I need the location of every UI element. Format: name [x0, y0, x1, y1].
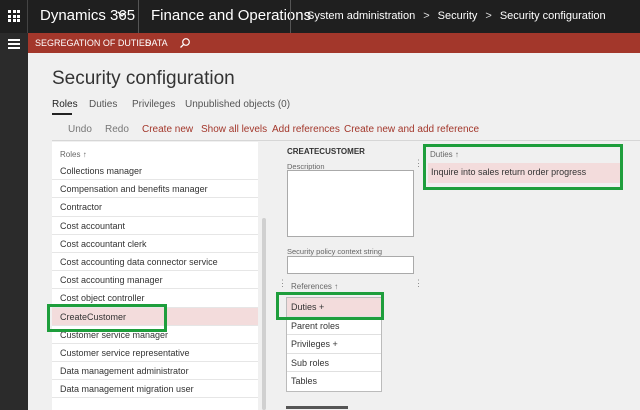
list-item-selected[interactable]: CreateCustomer	[52, 307, 258, 326]
list-item[interactable]: Contractor	[52, 198, 258, 217]
list-item[interactable]: Cost accounting data connector service	[52, 253, 258, 272]
action-pane: SEGREGATION OF DUTIES DATA	[28, 33, 640, 53]
show-all-levels-button[interactable]: Show all levels	[201, 124, 267, 135]
breadcrumb-item-security[interactable]: Security	[438, 10, 478, 22]
list-item[interactable]: Cost accountant	[52, 217, 258, 235]
horizontal-scrollbar[interactable]	[286, 406, 348, 409]
undo-button[interactable]: Undo	[68, 124, 92, 135]
list-item[interactable]: Cost accountant clerk	[52, 235, 258, 253]
tab-privileges[interactable]: Privileges	[132, 99, 175, 110]
list-item[interactable]: Customer service representative	[52, 344, 258, 363]
top-navigation-bar: Dynamics 365 Finance and Operations Syst…	[0, 0, 640, 33]
reference-item-duties[interactable]: Duties +	[287, 298, 381, 317]
waffle-icon	[8, 10, 20, 22]
references-column-header[interactable]: References ↑	[291, 282, 338, 291]
references-header-label: References	[291, 282, 332, 291]
list-item[interactable]: Cost object controller	[52, 289, 258, 308]
chevron-right-icon: >	[485, 10, 492, 22]
divider	[290, 0, 291, 33]
create-new-button[interactable]: Create new	[142, 124, 193, 135]
more-options-icon[interactable]: ⋮	[414, 158, 423, 169]
reference-item-privileges[interactable]: Privileges +	[287, 335, 381, 354]
roles-header-label: Roles	[60, 150, 81, 159]
more-options-icon[interactable]: ⋮	[414, 278, 423, 289]
redo-button[interactable]: Redo	[105, 124, 129, 135]
navigation-pane	[0, 33, 28, 410]
action-tab-data[interactable]: DATA	[145, 38, 168, 48]
duty-row[interactable]: Inquire into sales return order progress	[428, 163, 620, 183]
create-new-and-add-reference-button[interactable]: Create new and add reference	[344, 124, 479, 135]
duties-column-header[interactable]: Duties ↑	[430, 150, 459, 159]
sort-ascending-icon: ↑	[82, 150, 87, 159]
app-launcher-button[interactable]	[0, 0, 28, 33]
roles-list: Collections manager Compensation and ben…	[52, 162, 258, 399]
tab-roles[interactable]: Roles	[52, 99, 78, 110]
divider	[52, 140, 640, 141]
description-field[interactable]	[287, 170, 414, 237]
sort-ascending-icon: ↑	[334, 282, 339, 291]
reference-item-tables[interactable]: Tables	[287, 372, 381, 391]
hamburger-menu-icon[interactable]	[8, 39, 20, 49]
list-item[interactable]: Collections manager	[52, 162, 258, 181]
search-icon[interactable]	[179, 37, 191, 49]
list-item[interactable]: Data management administrator	[52, 362, 258, 381]
breadcrumb-item-system-administration[interactable]: System administration	[307, 10, 415, 22]
list-item[interactable]: Customer service manager	[52, 326, 258, 344]
module-name[interactable]: Finance and Operations	[151, 7, 311, 24]
roles-grid: Roles ↑ Collections manager Compensation…	[52, 142, 258, 410]
tab-unpublished-objects[interactable]: Unpublished objects (0)	[185, 99, 290, 110]
references-list: Duties + Parent roles Privileges + Sub r…	[286, 297, 382, 392]
duties-header-label: Duties	[430, 150, 453, 159]
context-string-label: Security policy context string	[287, 247, 383, 256]
more-options-icon[interactable]: ⋮	[278, 278, 287, 289]
reference-item-sub-roles[interactable]: Sub roles	[287, 354, 381, 372]
chevron-down-icon[interactable]	[117, 9, 127, 19]
page-title: Security configuration	[52, 68, 235, 89]
divider	[138, 0, 139, 33]
roles-scrollbar[interactable]	[262, 218, 266, 410]
list-item[interactable]: Cost accounting manager	[52, 271, 258, 290]
breadcrumb: System administration > Security > Secur…	[307, 10, 606, 22]
breadcrumb-item-security-configuration[interactable]: Security configuration	[500, 10, 606, 22]
sort-ascending-icon: ↑	[454, 150, 459, 159]
reference-item-parent-roles[interactable]: Parent roles	[287, 317, 381, 335]
action-tab-segregation-of-duties[interactable]: SEGREGATION OF DUTIES	[35, 38, 151, 48]
context-string-field[interactable]	[287, 256, 414, 274]
add-references-button[interactable]: Add references	[272, 124, 340, 135]
list-item[interactable]: Compensation and benefits manager	[52, 180, 258, 199]
tab-duties[interactable]: Duties	[89, 99, 117, 110]
active-tab-indicator	[52, 113, 72, 115]
list-item[interactable]: Data management migration user	[52, 380, 258, 399]
roles-column-header[interactable]: Roles ↑	[60, 150, 87, 159]
chevron-right-icon: >	[423, 10, 430, 22]
selected-role-name: CREATECUSTOMER	[287, 147, 365, 156]
